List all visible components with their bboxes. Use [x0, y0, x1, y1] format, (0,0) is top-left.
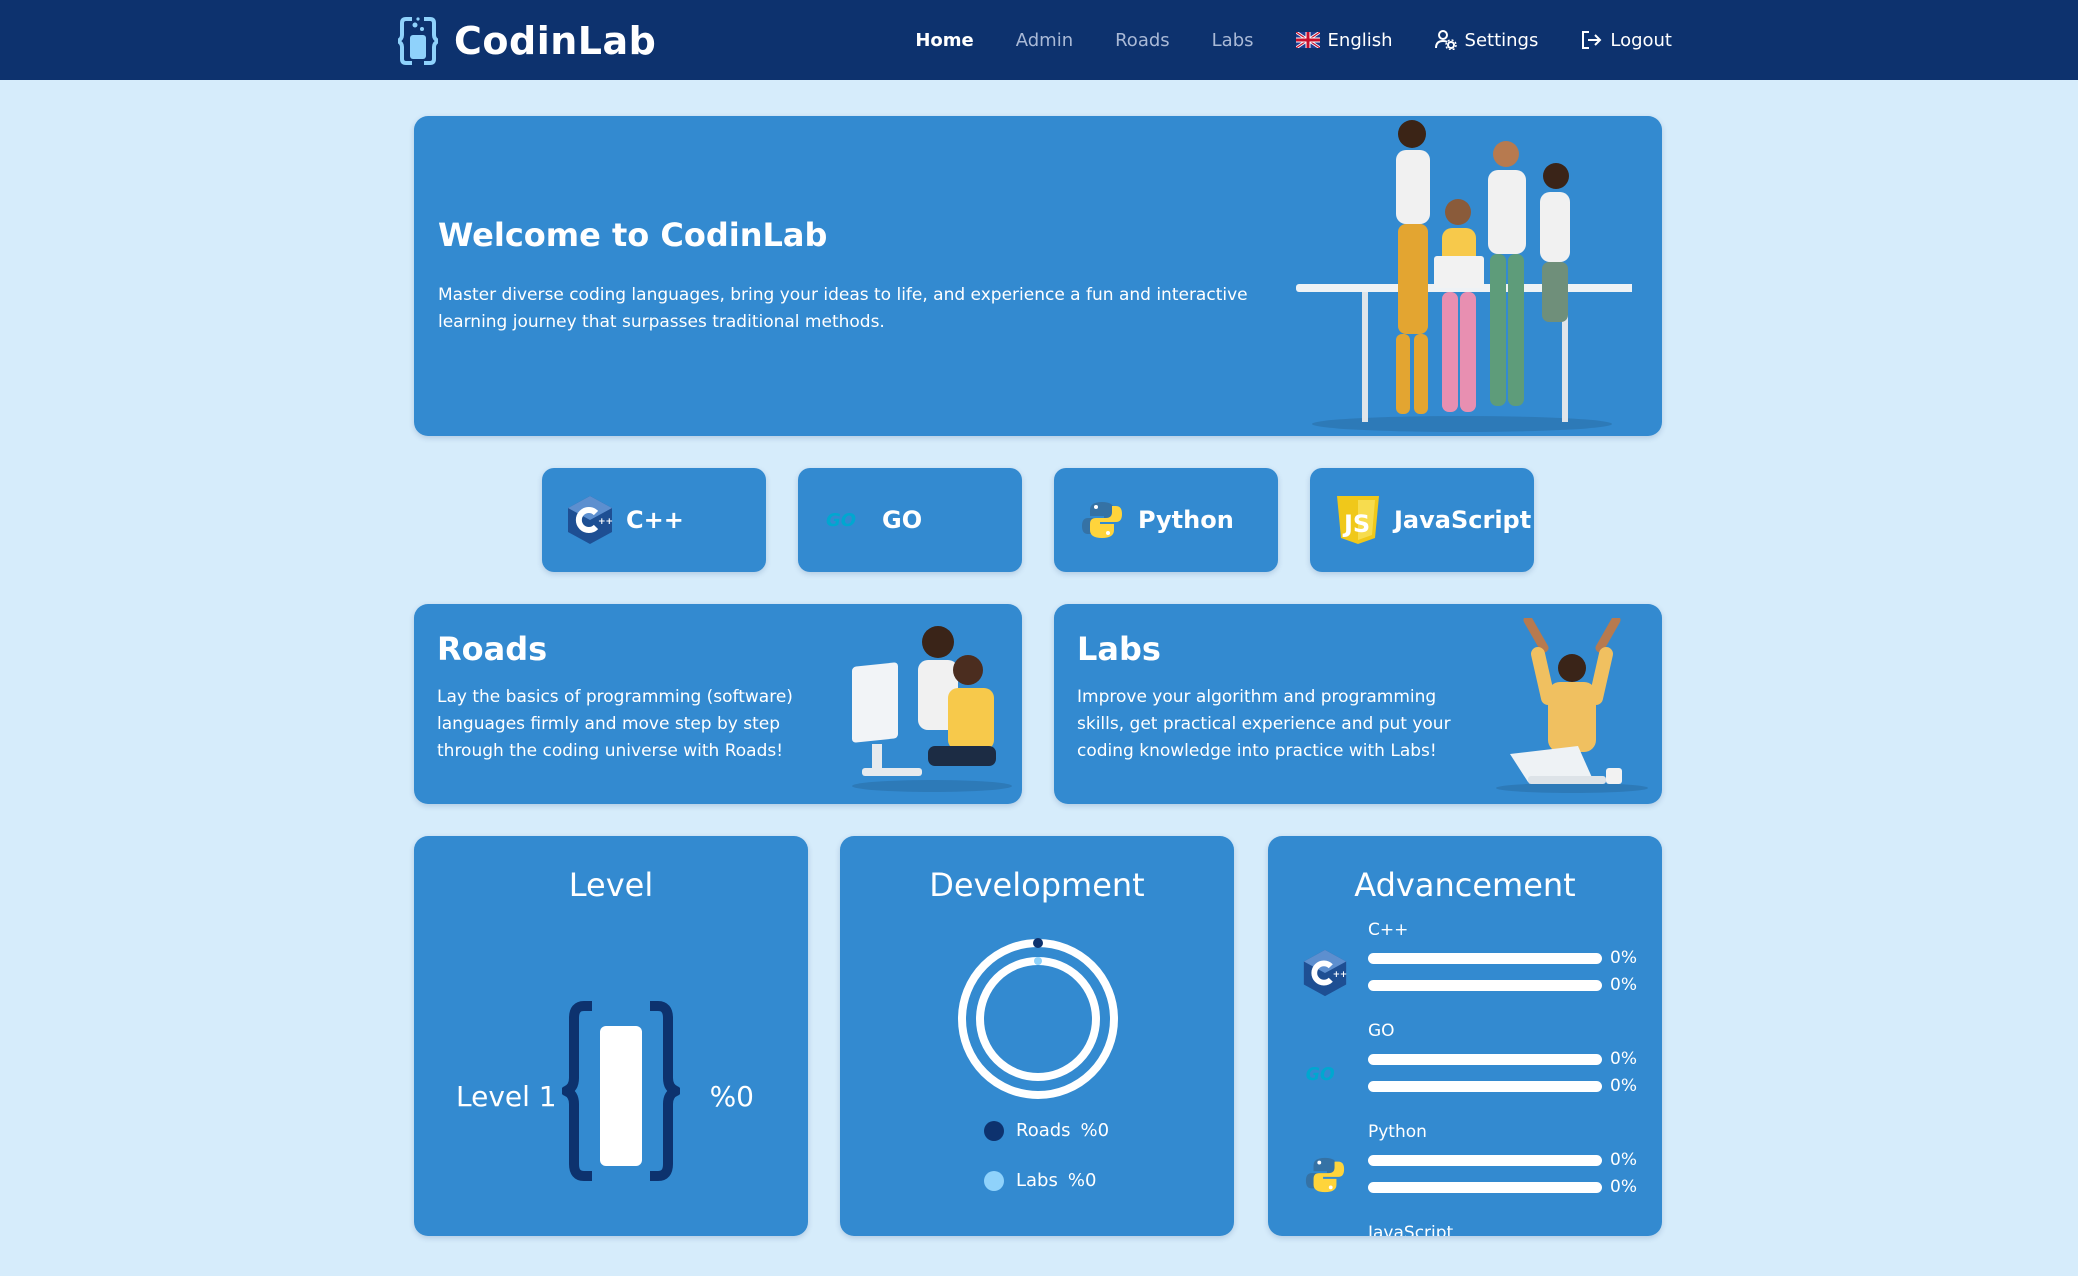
nav-logout[interactable]: Logout — [1580, 30, 1672, 51]
advancement-bar-row: 0% — [1368, 1177, 1637, 1197]
language-label: Python — [1138, 506, 1234, 534]
advancement-card: Advancement C++ ++ 0% 0% GO GO 0% 0% Pyt… — [1268, 836, 1662, 1236]
brand[interactable]: CodinLab — [398, 14, 656, 68]
development-card: Development Roads %0 Labs %0 — [840, 836, 1234, 1236]
advancement-item-python: Python 0% 0% — [1298, 1122, 1638, 1223]
advancement-item-name: Python — [1368, 1122, 1427, 1142]
roads-legend-label: Roads — [1016, 1120, 1071, 1141]
advancement-bar-percent: 0% — [1610, 1177, 1637, 1197]
uk-flag-icon — [1295, 32, 1320, 48]
advancement-bar — [1368, 1181, 1602, 1193]
advancement-item-name: C++ — [1368, 920, 1409, 940]
brand-name: CodinLab — [454, 19, 657, 63]
language-button-javascript[interactable]: JS JavaScript — [1310, 468, 1534, 572]
language-button-cpp[interactable]: ++ C++ — [542, 468, 766, 572]
roads-legend: Roads %0 — [984, 1120, 1109, 1141]
advancement-bar-row: 0% — [1368, 975, 1637, 995]
labs-legend-dot — [984, 1170, 1004, 1191]
development-ring-chart — [958, 938, 1118, 1099]
level-card: Level Level 1 %0 — [414, 836, 808, 1236]
codinlab-logo-icon — [398, 17, 438, 65]
go-icon: GO — [1298, 1047, 1352, 1101]
language-button-python[interactable]: Python — [1054, 468, 1278, 572]
advancement-item-go: GO GO 0% 0% — [1298, 1021, 1638, 1122]
svg-text:++: ++ — [1333, 970, 1347, 980]
advancement-item-name: GO — [1368, 1021, 1395, 1041]
advancement-bar-row: 0% — [1368, 1076, 1637, 1096]
roads-description: Lay the basics of programming (software)… — [437, 687, 793, 761]
language-switcher[interactable]: English — [1295, 29, 1393, 51]
python-icon — [1298, 1148, 1352, 1202]
roads-legend-dot — [984, 1120, 1004, 1141]
advancement-bar-row: 0% — [1368, 1049, 1637, 1069]
cpp-icon: ++ — [1298, 946, 1352, 1000]
level-progress-brace — [562, 1001, 680, 1181]
advancement-title: Advancement — [1354, 866, 1576, 904]
labs-legend-label: Labs — [1016, 1170, 1058, 1191]
labs-card[interactable]: Labs Improve your algorithm and programm… — [1054, 604, 1662, 804]
advancement-bar — [1368, 979, 1602, 991]
roads-marker — [1033, 938, 1043, 948]
javascript-icon: JS — [1332, 494, 1384, 546]
labs-title: Labs — [1077, 630, 1161, 668]
cpp-icon: ++ — [564, 494, 616, 546]
roads-illustration — [852, 626, 1012, 792]
svg-text:GO: GO — [826, 510, 856, 531]
nav-roads[interactable]: Roads — [1115, 30, 1170, 51]
language-label: C++ — [626, 506, 684, 534]
logout-icon — [1582, 31, 1602, 49]
team-illustration — [1296, 120, 1632, 432]
advancement-bar-percent: 0% — [1610, 1049, 1637, 1069]
settings-label: Settings — [1464, 29, 1539, 51]
nav-labs[interactable]: Labs — [1212, 30, 1254, 51]
user-settings-icon — [1434, 30, 1457, 50]
language-label: GO — [882, 506, 923, 534]
advancement-bar-percent: 0% — [1610, 975, 1637, 995]
level-label: Level 1 — [456, 1080, 557, 1113]
logout-label: Logout — [1610, 29, 1672, 51]
top-navbar: CodinLab Home Admin Roads Labs English S… — [0, 0, 2078, 80]
advancement-bar — [1368, 952, 1602, 964]
advancement-bar — [1368, 1154, 1602, 1166]
advancement-item-cpp: C++ ++ 0% 0% — [1298, 920, 1638, 1021]
advancement-item-javascript: JavaScript JS 0% 0% — [1298, 1223, 1638, 1236]
nav-home[interactable]: Home — [915, 30, 973, 51]
level-percent: %0 — [709, 1080, 754, 1113]
language-label: English — [1327, 29, 1393, 51]
svg-text:++: ++ — [598, 517, 613, 527]
advancement-bar-percent: 0% — [1610, 948, 1637, 968]
level-title: Level — [568, 866, 654, 904]
labs-legend: Labs %0 — [984, 1170, 1096, 1191]
welcome-hero: Welcome to CodinLab Master diverse codin… — [414, 116, 1662, 436]
roads-legend-value: %0 — [1080, 1120, 1110, 1141]
nav-links: Home Admin Roads Labs English Settings L… — [873, 0, 1672, 80]
hero-title: Welcome to CodinLab — [438, 216, 828, 254]
advancement-item-name: JavaScript — [1368, 1223, 1454, 1236]
labs-description: Improve your algorithm and programming s… — [1077, 687, 1451, 761]
advancement-bar-row: 0% — [1368, 948, 1637, 968]
svg-text:JS: JS — [1342, 510, 1370, 538]
development-title: Development — [929, 866, 1145, 904]
python-icon — [1076, 494, 1128, 546]
labs-marker — [1034, 957, 1042, 965]
advancement-bar-percent: 0% — [1610, 1150, 1637, 1170]
roads-title: Roads — [437, 630, 548, 668]
advancement-list[interactable]: C++ ++ 0% 0% GO GO 0% 0% Python 0% 0% Ja… — [1298, 920, 1638, 1236]
labs-illustration — [1496, 618, 1648, 793]
hero-description: Master diverse coding languages, bring y… — [438, 285, 1248, 332]
labs-legend-value: %0 — [1067, 1170, 1097, 1191]
advancement-bar — [1368, 1080, 1602, 1092]
language-button-go[interactable]: GO GO — [798, 468, 1022, 572]
go-icon: GO — [820, 494, 872, 546]
advancement-bar-row: 0% — [1368, 1150, 1637, 1170]
svg-text:GO: GO — [1306, 1065, 1335, 1085]
advancement-bar — [1368, 1053, 1602, 1065]
roads-card[interactable]: Roads Lay the basics of programming (sof… — [414, 604, 1022, 804]
nav-settings[interactable]: Settings — [1434, 29, 1539, 51]
nav-admin[interactable]: Admin — [1016, 30, 1073, 51]
language-label: JavaScript — [1394, 506, 1532, 534]
advancement-bar-percent: 0% — [1610, 1076, 1637, 1096]
